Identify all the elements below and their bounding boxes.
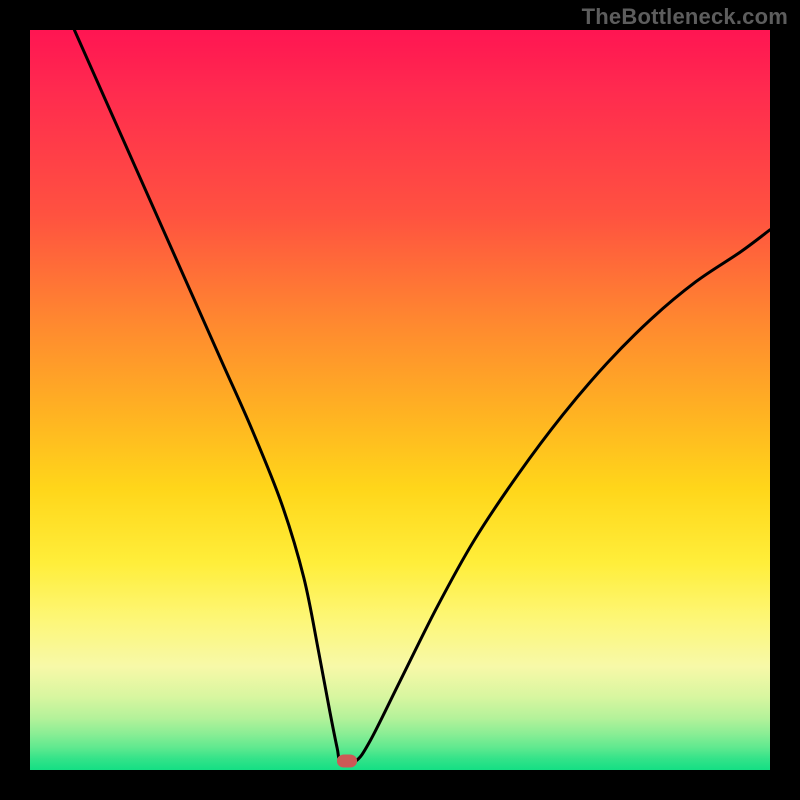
chart-frame: TheBottleneck.com [0,0,800,800]
plot-area [30,30,770,770]
bottleneck-curve [74,30,770,763]
trough-marker [337,755,357,768]
watermark-text: TheBottleneck.com [582,4,788,30]
curve-svg [30,30,770,770]
